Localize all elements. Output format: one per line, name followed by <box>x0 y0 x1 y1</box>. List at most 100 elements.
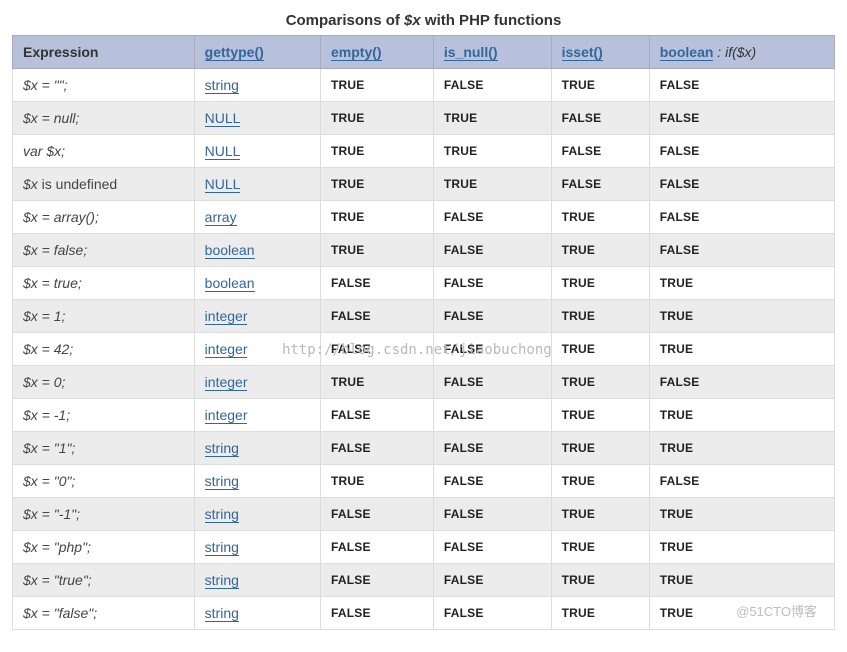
isset-cell: TRUE <box>551 201 649 234</box>
caption-var: $x <box>404 12 421 29</box>
type-link[interactable]: NULL <box>205 110 241 127</box>
empty-cell: TRUE <box>321 69 434 102</box>
isset-cell: TRUE <box>551 399 649 432</box>
boolean-cell: TRUE <box>649 300 834 333</box>
is-null-cell: FALSE <box>433 267 551 300</box>
boolean-cell: TRUE <box>649 531 834 564</box>
expression-cell: $x = 1; <box>13 300 195 333</box>
isset-cell: FALSE <box>551 135 649 168</box>
isset-cell: TRUE <box>551 564 649 597</box>
expression-cell: $x = false; <box>13 234 195 267</box>
boolean-cell: FALSE <box>649 465 834 498</box>
type-link[interactable]: string <box>205 440 239 457</box>
empty-cell: TRUE <box>321 366 434 399</box>
table-row: $x = "-1";stringFALSEFALSETRUETRUE <box>13 498 835 531</box>
gettype-cell: array <box>194 201 320 234</box>
isset-cell: FALSE <box>551 168 649 201</box>
isset-cell: FALSE <box>551 102 649 135</box>
boolean-link[interactable]: boolean <box>660 44 714 61</box>
is-null-link[interactable]: is_null() <box>444 44 498 61</box>
boolean-cell: FALSE <box>649 69 834 102</box>
empty-cell: FALSE <box>321 333 434 366</box>
table-row: $x is undefinedNULLTRUETRUEFALSEFALSE <box>13 168 835 201</box>
gettype-cell: integer <box>194 300 320 333</box>
expression-cell: $x is undefined <box>13 168 195 201</box>
table-row: $x = 1;integerFALSEFALSETRUETRUE <box>13 300 835 333</box>
header-empty: empty() <box>321 36 434 69</box>
type-link[interactable]: NULL <box>205 143 241 160</box>
boolean-cell: TRUE <box>649 333 834 366</box>
table-row: $x = 42;integerFALSEFALSETRUETRUE <box>13 333 835 366</box>
header-expression: Expression <box>13 36 195 69</box>
empty-cell: TRUE <box>321 135 434 168</box>
empty-link[interactable]: empty() <box>331 44 382 61</box>
is-null-cell: FALSE <box>433 597 551 630</box>
table-row: $x = -1;integerFALSEFALSETRUETRUE <box>13 399 835 432</box>
gettype-link[interactable]: gettype() <box>205 44 264 61</box>
isset-cell: TRUE <box>551 432 649 465</box>
expression-cell: $x = array(); <box>13 201 195 234</box>
header-row: Expression gettype() empty() is_null() i… <box>13 36 835 69</box>
isset-link[interactable]: isset() <box>562 44 603 61</box>
boolean-cell: TRUE <box>649 564 834 597</box>
empty-cell: FALSE <box>321 432 434 465</box>
type-link[interactable]: array <box>205 209 237 226</box>
isset-cell: TRUE <box>551 597 649 630</box>
table-body: $x = "";stringTRUEFALSETRUEFALSE$x = nul… <box>13 69 835 630</box>
empty-cell: TRUE <box>321 465 434 498</box>
is-null-cell: FALSE <box>433 300 551 333</box>
expression-cell: $x = 42; <box>13 333 195 366</box>
gettype-cell: string <box>194 498 320 531</box>
table-row: $x = "true";stringFALSEFALSETRUETRUE <box>13 564 835 597</box>
isset-cell: TRUE <box>551 267 649 300</box>
table-row: $x = 0;integerTRUEFALSETRUEFALSE <box>13 366 835 399</box>
gettype-cell: NULL <box>194 168 320 201</box>
empty-cell: FALSE <box>321 300 434 333</box>
isset-cell: TRUE <box>551 531 649 564</box>
isset-cell: TRUE <box>551 333 649 366</box>
boolean-cell: FALSE <box>649 102 834 135</box>
empty-cell: FALSE <box>321 399 434 432</box>
is-null-cell: FALSE <box>433 234 551 267</box>
expression-cell: var $x; <box>13 135 195 168</box>
expression-cell: $x = 0; <box>13 366 195 399</box>
is-null-cell: FALSE <box>433 564 551 597</box>
gettype-cell: integer <box>194 333 320 366</box>
type-link[interactable]: string <box>205 473 239 490</box>
table-row: $x = true;booleanFALSEFALSETRUETRUE <box>13 267 835 300</box>
type-link[interactable]: boolean <box>205 275 255 292</box>
type-link[interactable]: string <box>205 605 239 622</box>
gettype-cell: string <box>194 432 320 465</box>
header-is-null: is_null() <box>433 36 551 69</box>
type-link[interactable]: NULL <box>205 176 241 193</box>
is-null-cell: FALSE <box>433 465 551 498</box>
type-link[interactable]: string <box>205 572 239 589</box>
type-link[interactable]: string <box>205 539 239 556</box>
empty-cell: FALSE <box>321 531 434 564</box>
expression-cell: $x = ""; <box>13 69 195 102</box>
boolean-cell: TRUE <box>649 498 834 531</box>
is-null-cell: FALSE <box>433 399 551 432</box>
type-link[interactable]: string <box>205 506 239 523</box>
gettype-cell: string <box>194 531 320 564</box>
is-null-cell: FALSE <box>433 498 551 531</box>
expression-cell: $x = "0"; <box>13 465 195 498</box>
type-link[interactable]: integer <box>205 374 248 391</box>
expression-cell: $x = null; <box>13 102 195 135</box>
boolean-cell: FALSE <box>649 168 834 201</box>
type-link[interactable]: string <box>205 77 239 94</box>
type-link[interactable]: boolean <box>205 242 255 259</box>
is-null-cell: FALSE <box>433 366 551 399</box>
type-link[interactable]: integer <box>205 341 248 358</box>
boolean-cell: FALSE <box>649 234 834 267</box>
gettype-cell: string <box>194 564 320 597</box>
boolean-cell: TRUE <box>649 267 834 300</box>
is-null-cell: FALSE <box>433 531 551 564</box>
expression-cell: $x = "php"; <box>13 531 195 564</box>
boolean-cell: TRUE <box>649 399 834 432</box>
boolean-cell: FALSE <box>649 201 834 234</box>
type-link[interactable]: integer <box>205 407 248 424</box>
type-link[interactable]: integer <box>205 308 248 325</box>
header-boolean: boolean : if($x) <box>649 36 834 69</box>
is-null-cell: FALSE <box>433 69 551 102</box>
